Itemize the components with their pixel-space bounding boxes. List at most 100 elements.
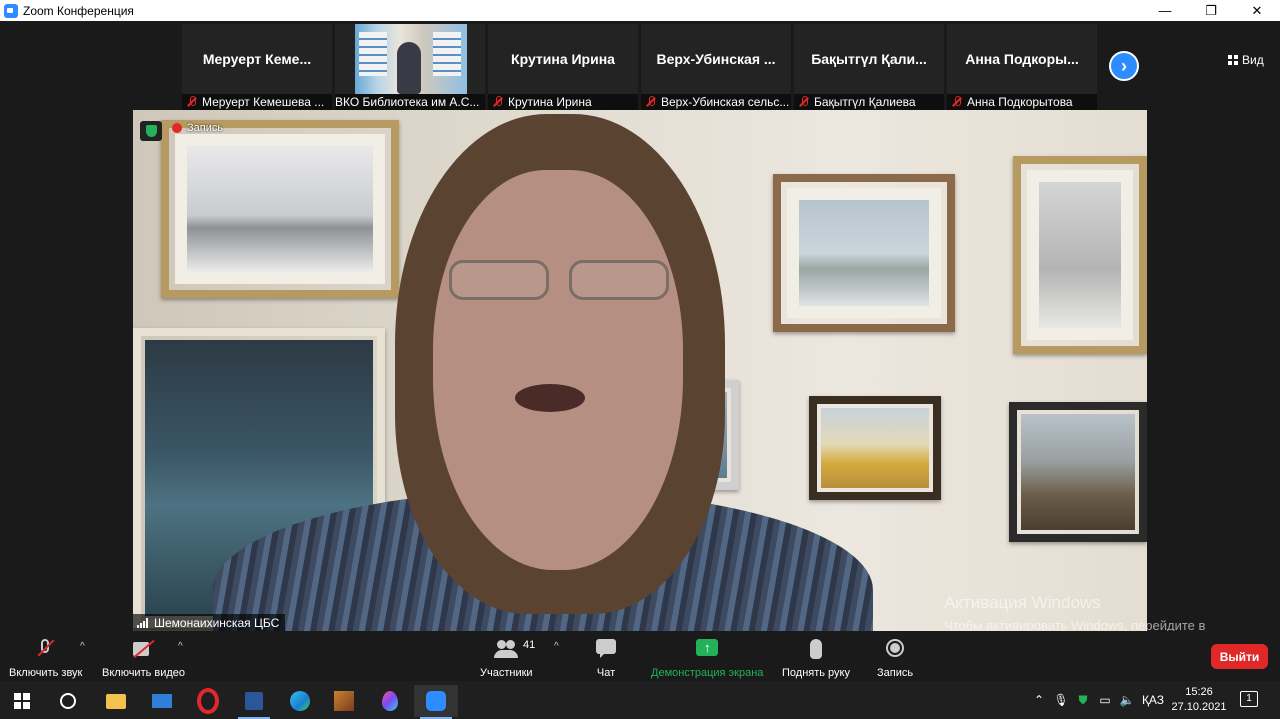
mic-muted-icon bbox=[797, 95, 811, 109]
minimize-button[interactable]: — bbox=[1142, 0, 1188, 21]
recording-dot-icon bbox=[172, 123, 182, 133]
participant-tile[interactable]: Меруерт Кеме... Меруерт Кемешева ... bbox=[182, 24, 332, 110]
participant-label: Меруерт Кемешева ... bbox=[182, 94, 332, 110]
record-icon bbox=[882, 637, 908, 661]
participant-label: Верх-Убинская сельс... bbox=[641, 94, 791, 110]
encryption-shield-icon[interactable] bbox=[140, 121, 162, 141]
participant-label-text: Меруерт Кемешева ... bbox=[202, 95, 325, 109]
mic-muted-icon bbox=[185, 95, 199, 109]
clock-time: 15:26 bbox=[1185, 686, 1213, 698]
participant-tile[interactable]: Верх-Убинская ... Верх-Убинская сельс... bbox=[641, 24, 791, 110]
participant-tile[interactable]: Бақытгүл Қали... Бақытгүл Қалиева bbox=[794, 24, 944, 110]
painting-frame bbox=[809, 396, 941, 500]
mic-muted-icon bbox=[644, 95, 658, 109]
leave-meeting-button[interactable]: Выйти bbox=[1211, 644, 1268, 669]
record-label: Запись bbox=[877, 667, 914, 679]
close-button[interactable]: ✕ bbox=[1234, 0, 1280, 21]
recording-indicator[interactable]: Запись bbox=[172, 122, 223, 134]
participants-options-caret[interactable]: ^ bbox=[554, 641, 559, 652]
share-screen-button[interactable]: Демонстрация экрана bbox=[651, 637, 763, 679]
start-video-label: Включить видео bbox=[102, 667, 186, 679]
raise-hand-label: Поднять руку bbox=[782, 667, 850, 679]
raise-hand-button[interactable]: Поднять руку bbox=[782, 637, 850, 679]
active-speaker-video bbox=[133, 110, 1147, 631]
word-icon bbox=[245, 692, 263, 710]
speaker-name-label: Шемонаихинская ЦБС bbox=[133, 614, 286, 631]
clock[interactable]: 15:26 27.10.2021 bbox=[1170, 685, 1228, 715]
taskbar-file-explorer[interactable] bbox=[94, 685, 138, 717]
taskbar-mail[interactable] bbox=[140, 685, 184, 717]
painting-frame bbox=[1009, 402, 1147, 542]
taskbar-word[interactable] bbox=[232, 685, 276, 719]
meeting-toolbar: Включить звук ^ Включить видео ^ Участни… bbox=[0, 631, 1280, 681]
participant-name: Анна Подкоры... bbox=[965, 51, 1079, 67]
taskbar-paint[interactable] bbox=[368, 685, 412, 717]
raise-hand-icon bbox=[803, 637, 829, 661]
notification-center-icon[interactable]: 1 bbox=[1240, 691, 1258, 707]
taskbar-opera[interactable] bbox=[186, 685, 230, 717]
camera-off-icon bbox=[131, 637, 157, 661]
restore-button[interactable]: ❐ bbox=[1188, 0, 1234, 21]
edge-icon bbox=[290, 691, 310, 711]
security-tray-icon[interactable]: ⛊ bbox=[1072, 693, 1094, 708]
system-tray: ⌃ 🎙 ⛊ ▭ 🔈 ҚАЗ bbox=[1028, 681, 1168, 719]
zoom-app-icon bbox=[4, 3, 18, 18]
search-icon bbox=[60, 693, 76, 709]
taskbar-zoom[interactable] bbox=[414, 685, 458, 719]
participant-label-text: Крутина Ирина bbox=[508, 95, 592, 109]
gallery-strip: Меруерт Кеме... Меруерт Кемешева ... ВКО… bbox=[0, 21, 1280, 110]
start-video-button[interactable]: Включить видео bbox=[102, 637, 185, 679]
participants-icon bbox=[493, 637, 519, 661]
volume-icon[interactable]: 🔈 bbox=[1116, 693, 1138, 707]
participant-name: Верх-Убинская ... bbox=[656, 51, 776, 67]
participant-label-text: ВКО Библиотека им А.С... bbox=[335, 95, 480, 109]
participants-label: Участники bbox=[480, 667, 533, 679]
speaker-face bbox=[433, 170, 683, 570]
search-button[interactable] bbox=[46, 685, 90, 717]
opera-icon bbox=[197, 688, 219, 714]
clock-date: 27.10.2021 bbox=[1171, 701, 1227, 713]
video-options-caret[interactable]: ^ bbox=[178, 641, 183, 652]
taskbar-app[interactable] bbox=[322, 685, 366, 717]
share-screen-label: Демонстрация экрана bbox=[651, 667, 764, 679]
bookshelf-image bbox=[359, 32, 387, 76]
participant-tile[interactable]: Анна Подкоры... Анна Подкорытова bbox=[947, 24, 1097, 110]
bookshelf-image bbox=[433, 32, 461, 76]
chat-button[interactable]: Чат bbox=[593, 637, 619, 679]
windows-taskbar: ⌃ 🎙 ⛊ ▭ 🔈 ҚАЗ 15:26 27.10.2021 1 bbox=[0, 681, 1280, 719]
participant-label-text: Анна Подкорытова bbox=[967, 95, 1073, 109]
unmute-button[interactable]: Включить звук bbox=[9, 637, 82, 679]
participant-label: Анна Подкорытова bbox=[947, 94, 1097, 110]
participant-tile[interactable]: ВКО Библиотека им А.С... bbox=[335, 24, 485, 110]
language-indicator[interactable]: ҚАЗ bbox=[1138, 693, 1168, 707]
view-button[interactable]: Вид bbox=[1228, 53, 1264, 67]
participant-label: ВКО Библиотека им А.С... bbox=[335, 94, 485, 110]
participant-name: Меруерт Кеме... bbox=[202, 51, 312, 67]
next-page-button[interactable]: › bbox=[1109, 51, 1139, 81]
microphone-tray-icon[interactable]: 🎙 bbox=[1050, 693, 1072, 707]
chat-label: Чат bbox=[596, 667, 616, 679]
participant-label: Бақытгүл Қалиева bbox=[794, 94, 944, 110]
participant-name: Крутина Ирина bbox=[511, 51, 615, 67]
window-controls: — ❐ ✕ bbox=[1142, 0, 1280, 21]
view-button-label: Вид bbox=[1242, 53, 1264, 67]
chevron-up-icon[interactable]: ⌃ bbox=[1028, 693, 1050, 707]
audio-options-caret[interactable]: ^ bbox=[80, 641, 85, 652]
participant-tile[interactable]: Крутина Ирина Крутина Ирина bbox=[488, 24, 638, 110]
mic-muted-icon bbox=[950, 95, 964, 109]
painting-frame bbox=[1013, 156, 1147, 354]
start-button[interactable] bbox=[0, 685, 44, 717]
window-title: Zoom Конференция bbox=[23, 3, 134, 18]
person-image bbox=[397, 42, 421, 94]
mic-muted-icon bbox=[491, 95, 505, 109]
chat-icon bbox=[593, 637, 619, 661]
recording-label: Запись bbox=[187, 122, 224, 134]
folder-icon bbox=[106, 693, 126, 709]
participants-count: 41 bbox=[523, 639, 536, 651]
app-thumbnail-icon bbox=[334, 691, 354, 711]
mail-icon bbox=[152, 694, 172, 708]
network-icon[interactable]: ▭ bbox=[1094, 693, 1116, 707]
zoom-icon bbox=[426, 691, 446, 711]
record-button[interactable]: Запись bbox=[877, 637, 913, 679]
taskbar-edge[interactable] bbox=[278, 685, 322, 717]
